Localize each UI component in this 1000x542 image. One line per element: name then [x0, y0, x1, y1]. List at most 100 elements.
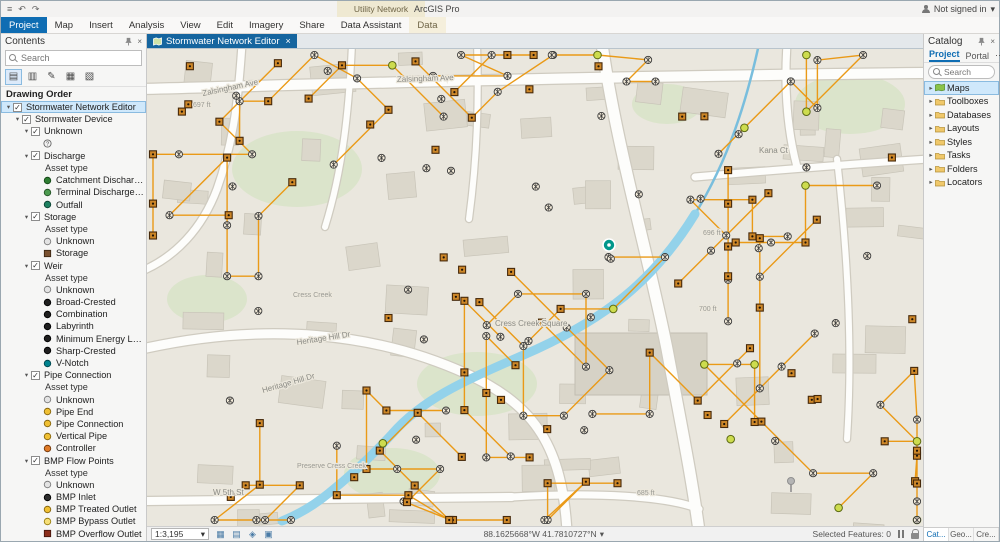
animation-icon[interactable]: ◈ — [246, 528, 259, 540]
expand-arrow-icon[interactable]: ▾ — [22, 371, 31, 379]
toc-group-row[interactable]: ▾ ✓ BMP Flow Points — [1, 454, 146, 466]
toc-group-row[interactable]: ▾ ✓ Stormwater Device — [1, 113, 146, 125]
toc-group-row[interactable]: ▾ ✓ Weir — [1, 259, 146, 271]
lock-icon[interactable] — [910, 528, 920, 539]
contents-search-input[interactable] — [21, 53, 138, 63]
toc-legend-row[interactable]: BMP Treated Outlet — [1, 503, 146, 515]
scale-combo[interactable]: 1:3,195 ▾ — [151, 528, 209, 540]
catalog-item-maps[interactable]: ▸ Maps — [924, 81, 999, 95]
expand-arrow-icon[interactable]: ▾ — [22, 457, 31, 465]
legend-symbol[interactable] — [43, 432, 52, 441]
app-menu-icon[interactable]: ≡ — [7, 4, 12, 15]
toc-group-row[interactable]: ▾ ✓ Storage — [1, 211, 146, 223]
toc-legend-row[interactable]: BMP Overflow Outlet — [1, 528, 146, 540]
ribbon-tab-data[interactable]: Data — [409, 17, 446, 33]
legend-symbol[interactable] — [43, 176, 52, 185]
more-tabs-icon[interactable]: ⋯ — [995, 50, 1000, 62]
ribbon-tab-share[interactable]: Share — [291, 17, 332, 33]
dock-tab-2[interactable]: Cre... — [974, 528, 999, 541]
map-svg[interactable]: Zalsingham AveZalsingham AveKana CtCress… — [147, 49, 923, 526]
table-icon[interactable]: ▣ — [262, 528, 275, 540]
visibility-checkbox[interactable]: ✓ — [31, 126, 40, 136]
expand-arrow-icon[interactable]: ▸ — [927, 97, 935, 105]
grid-icon[interactable]: ▦ — [214, 528, 227, 540]
pin-icon[interactable] — [124, 37, 133, 46]
legend-symbol[interactable]: ? — [43, 139, 52, 148]
toc-legend-row[interactable]: V-Notch — [1, 357, 146, 369]
ribbon-tab-imagery[interactable]: Imagery — [241, 17, 291, 33]
legend-symbol[interactable] — [43, 310, 52, 319]
catalog-item-styles[interactable]: ▸ Styles — [924, 135, 999, 149]
legend-symbol[interactable] — [43, 298, 52, 307]
legend-symbol[interactable] — [43, 237, 52, 246]
toc-legend-row[interactable]: Combination — [1, 308, 146, 320]
legend-symbol[interactable] — [43, 529, 52, 538]
layout-icon[interactable]: ▤ — [230, 528, 243, 540]
toc-legend-row[interactable]: Unknown — [1, 284, 146, 296]
toc-group-row[interactable]: ▾ ✓ Pipe Connection — [1, 369, 146, 381]
ribbon-tab-edit[interactable]: Edit — [209, 17, 241, 33]
pin-icon[interactable] — [977, 37, 986, 46]
expand-arrow-icon[interactable]: ▸ — [927, 84, 935, 92]
toc-legend-row[interactable]: Minimum Energy Loss — [1, 333, 146, 345]
expand-arrow-icon[interactable]: ▾ — [22, 127, 31, 135]
ribbon-tab-data-assistant[interactable]: Data Assistant — [333, 17, 410, 33]
undo-icon[interactable]: ↶ — [18, 4, 26, 15]
legend-symbol[interactable] — [43, 395, 52, 404]
visibility-checkbox[interactable]: ✓ — [31, 212, 40, 222]
pause-drawing-icon[interactable] — [897, 530, 904, 538]
catalog-item-folders[interactable]: ▸ Folders — [924, 162, 999, 176]
ribbon-tab-analysis[interactable]: Analysis — [121, 17, 172, 33]
legend-symbol[interactable] — [43, 322, 52, 331]
toc-legend-row[interactable]: Labyrinth — [1, 320, 146, 332]
toc-legend-row[interactable]: BMP Inlet — [1, 491, 146, 503]
list-by-drawing-order-icon[interactable]: ▤ — [5, 68, 22, 85]
toc-group-row[interactable]: ▾ ✓ Unknown — [1, 125, 146, 137]
catalog-tab-portal[interactable]: Portal — [966, 51, 990, 62]
legend-symbol[interactable] — [43, 517, 52, 526]
visibility-checkbox[interactable]: ✓ — [31, 261, 40, 271]
legend-symbol[interactable] — [43, 419, 52, 428]
toc-legend-row[interactable]: BMP Bypass Outlet — [1, 515, 146, 527]
visibility-checkbox[interactable]: ✓ — [31, 151, 40, 161]
legend-symbol[interactable] — [43, 480, 52, 489]
ribbon-tab-insert[interactable]: Insert — [81, 17, 121, 33]
legend-symbol[interactable] — [43, 188, 52, 197]
toc-layer-row[interactable]: ▾ ✓ Stormwater Network Editor — [1, 101, 146, 114]
expand-arrow-icon[interactable]: ▸ — [927, 178, 935, 186]
legend-symbol[interactable] — [43, 200, 52, 209]
ribbon-tab-map[interactable]: Map — [47, 17, 81, 33]
toc-legend-row[interactable]: Unknown — [1, 479, 146, 491]
toc-group-row[interactable]: ▾ ✓ Discharge — [1, 150, 146, 162]
legend-symbol[interactable] — [43, 249, 52, 258]
close-tab-icon[interactable]: × — [286, 36, 291, 46]
catalog-item-toolboxes[interactable]: ▸ Toolboxes — [924, 95, 999, 109]
expand-arrow-icon[interactable]: ▸ — [927, 138, 935, 146]
redo-icon[interactable]: ↷ — [32, 4, 40, 15]
close-pane-icon[interactable]: × — [990, 37, 995, 46]
expand-arrow-icon[interactable]: ▾ — [4, 103, 13, 111]
visibility-checkbox[interactable]: ✓ — [31, 456, 40, 466]
toc-legend-row[interactable]: Broad-Crested — [1, 296, 146, 308]
close-pane-icon[interactable]: × — [137, 37, 142, 46]
list-by-editing-icon[interactable]: ✎ — [43, 69, 60, 85]
visibility-checkbox[interactable]: ✓ — [13, 102, 22, 112]
toc-legend-row[interactable]: Catchment Discharge Point — [1, 174, 146, 186]
catalog-item-layouts[interactable]: ▸ Layouts — [924, 122, 999, 136]
ribbon-tab-view[interactable]: View — [172, 17, 208, 33]
toc-legend-row[interactable]: Storage — [1, 247, 146, 259]
legend-symbol[interactable] — [43, 285, 52, 294]
ribbon-tab-project[interactable]: Project — [1, 17, 47, 33]
legend-symbol[interactable] — [43, 505, 52, 514]
dock-tab-0[interactable]: Cat... — [924, 528, 949, 541]
toc-legend-row[interactable]: Terminal Discharge Point — [1, 186, 146, 198]
toc-legend-row[interactable]: Pipe End — [1, 406, 146, 418]
list-by-labeling-icon[interactable]: ▧ — [81, 69, 98, 85]
coordinate-readout[interactable]: 88.1625668°W 41.7810727°N ▾ — [484, 529, 604, 540]
catalog-item-tasks[interactable]: ▸ Tasks — [924, 149, 999, 163]
catalog-search-input[interactable] — [944, 67, 990, 77]
expand-arrow-icon[interactable]: ▾ — [22, 213, 31, 221]
toc-legend-row[interactable]: Pipe Connection — [1, 418, 146, 430]
legend-symbol[interactable] — [43, 359, 52, 368]
toc-legend-row[interactable]: Outfall — [1, 199, 146, 211]
